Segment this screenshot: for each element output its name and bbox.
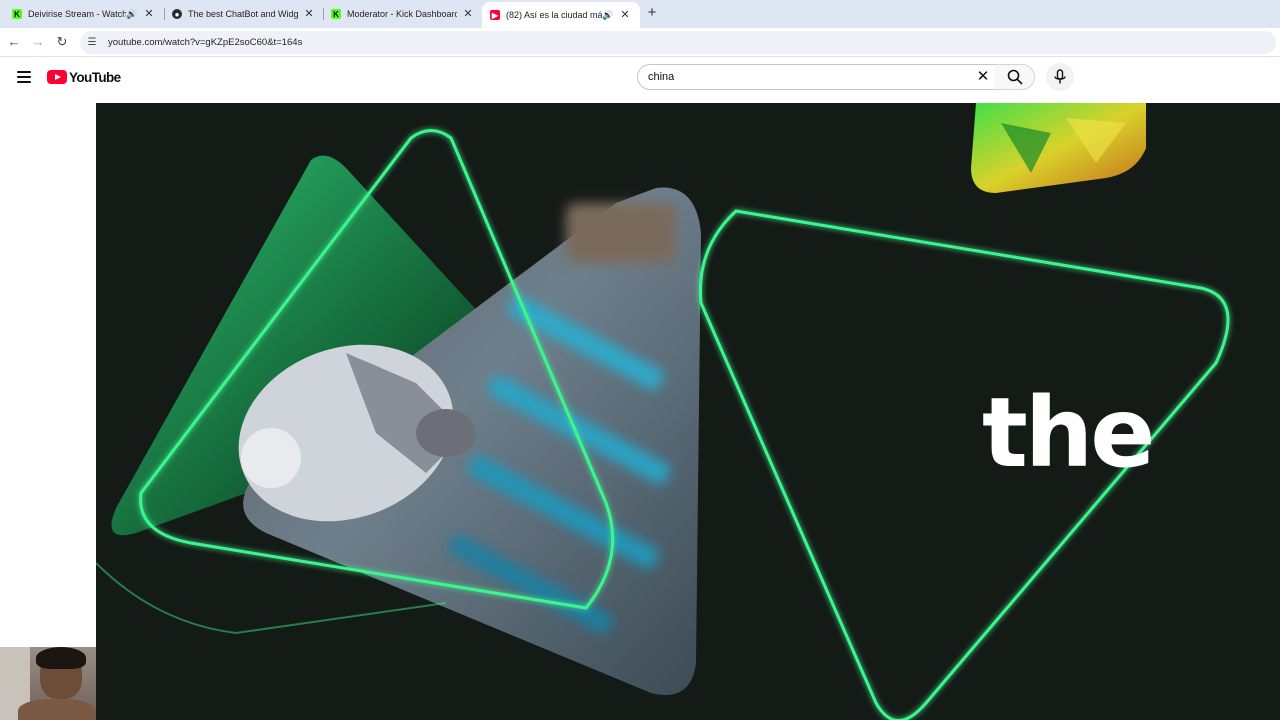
tab-title: The best ChatBot and Widgets... <box>188 9 298 19</box>
youtube-logo-icon: ▶ <box>490 10 500 20</box>
webcam-overlay <box>0 647 96 720</box>
tab-youtube-video[interactable]: ▶ (82) Así es la ciudad más Fu... 🔊 ✕ <box>482 2 640 28</box>
url-text[interactable]: youtube.com/watch?v=gKZpE2soC60&t=164s <box>108 37 302 48</box>
webcam-person-body <box>18 699 96 720</box>
back-arrow-icon[interactable]: ← <box>6 34 22 50</box>
site-info-icon[interactable]: ☰ <box>86 37 98 49</box>
forward-arrow-icon[interactable]: → <box>30 34 46 50</box>
browser-toolbar: ← → ↻ ☰ youtube.com/watch?v=gKZpE2soC60&… <box>0 28 1280 57</box>
youtube-header: YouTube china ✕ <box>0 57 1280 103</box>
address-bar[interactable]: ☰ youtube.com/watch?v=gKZpE2soC60&t=164s <box>80 31 1276 54</box>
speaker-icon[interactable]: 🔊 <box>602 10 614 21</box>
menu-icon[interactable] <box>17 71 31 83</box>
chatbot-logo-icon: ● <box>172 9 182 19</box>
kick-logo-icon: K <box>12 9 22 19</box>
microphone-icon <box>1054 69 1066 84</box>
voice-search-button[interactable] <box>1046 63 1074 91</box>
youtube-logo[interactable]: YouTube <box>47 69 121 85</box>
tab-title: Deivirise Stream - Watch Li... <box>28 9 126 19</box>
video-player[interactable]: the <box>96 103 1280 720</box>
tab-title: (82) Así es la ciudad más Fu... <box>506 10 602 20</box>
youtube-logo-text: YouTube <box>69 69 121 85</box>
close-tab-icon[interactable]: ✕ <box>142 7 156 21</box>
close-tab-icon[interactable]: ✕ <box>461 7 475 21</box>
search-query[interactable]: china <box>648 71 970 83</box>
search-input[interactable]: china ✕ <box>637 64 997 90</box>
youtube-play-icon <box>47 70 67 84</box>
tab-title: Moderator - Kick Dashboard <box>347 9 457 19</box>
webcam-person-hair <box>36 647 86 669</box>
new-tab-button[interactable]: + <box>644 5 660 21</box>
search-button[interactable] <box>995 64 1035 90</box>
speaker-icon[interactable]: 🔊 <box>126 9 138 20</box>
close-tab-icon[interactable]: ✕ <box>302 7 316 21</box>
clear-search-icon[interactable]: ✕ <box>970 64 996 90</box>
tab-chatbot-widgets[interactable]: ● The best ChatBot and Widgets... ✕ <box>164 4 324 24</box>
tab-deivirise-stream[interactable]: K Deivirise Stream - Watch Li... 🔊 ✕ <box>4 4 164 24</box>
video-overlay-text: the <box>982 377 1155 489</box>
tab-kick-dashboard[interactable]: K Moderator - Kick Dashboard ✕ <box>323 4 483 24</box>
search-icon <box>1007 69 1022 85</box>
close-tab-icon[interactable]: ✕ <box>618 8 632 22</box>
browser-tab-strip: K Deivirise Stream - Watch Li... 🔊 ✕ ● T… <box>0 0 1280 28</box>
reload-icon[interactable]: ↻ <box>54 34 70 50</box>
kick-logo-icon: K <box>331 9 341 19</box>
